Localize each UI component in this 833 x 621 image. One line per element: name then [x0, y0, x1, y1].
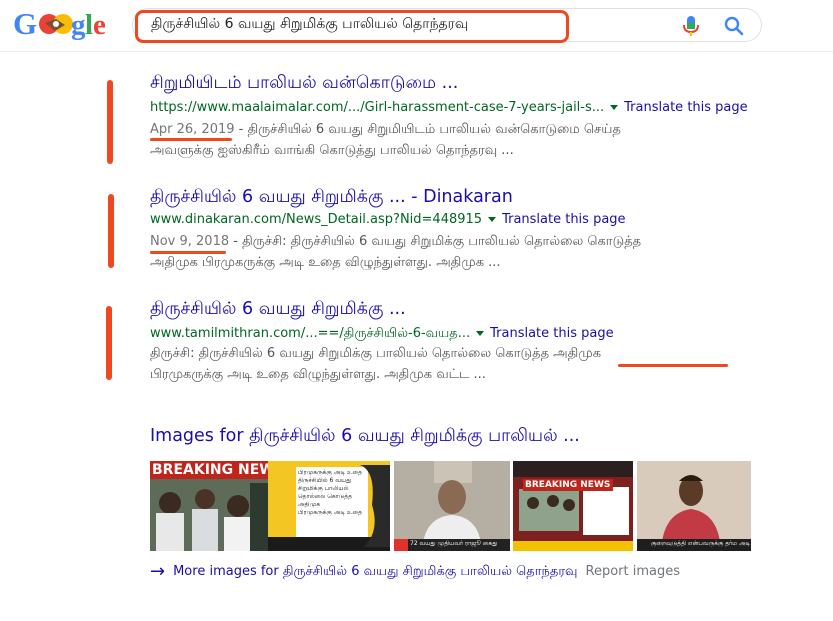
annotation-bar: [106, 306, 112, 380]
report-images-link[interactable]: Report images: [586, 564, 681, 579]
result-url[interactable]: www.dinakaran.com/News_Detail.asp?Nid=44…: [150, 212, 482, 227]
date-separator: -: [234, 122, 248, 137]
image-thumbnail[interactable]: 72 வயது முதியவர் ராஜூ கைது: [394, 461, 510, 551]
breaking-news-banner: BREAKING NEWS: [523, 479, 613, 491]
image-thumbnail[interactable]: பிரமுகருக்கு அடி உதை திருச்சியில் 6 வயது…: [268, 461, 390, 551]
date-separator: -: [229, 234, 243, 249]
result-title-link[interactable]: திருச்சியில் 6 வயது சிறுமிக்கு ... - Din…: [150, 186, 790, 208]
thumbnail-caption: குறைவுடுத்தி என்பவருக்கு தர்ம அடி: [651, 540, 751, 547]
result-url[interactable]: https://www.maalaimalar.com/.../Girl-har…: [150, 100, 604, 115]
result-date: Nov 9, 2018: [150, 234, 230, 249]
result-snippet-line2: அதிமுக பிரமுகருக்கு அடி உதை விழுந்துள்ளத…: [150, 255, 501, 270]
result-title-link[interactable]: திருச்சியில் 6 வயது சிறுமிக்கு ...: [150, 298, 790, 320]
microphone-icon[interactable]: [681, 15, 701, 37]
google-logo[interactable]: G g l e: [13, 7, 107, 41]
search-result: திருச்சியில் 6 வயது சிறுமிக்கு ... - Din…: [150, 186, 790, 273]
thumbnail-caption: 72 வயது முதியவர் ராஜூ கைது: [410, 540, 498, 547]
search-result: சிறுமியிடம் பாலியல் வன்கொடுமை ... https:…: [150, 72, 790, 161]
result-snippet-line1: திருச்சியில் 6 வயது சிறுமியிடம் பாலியல் …: [247, 122, 621, 137]
dropdown-arrow-icon[interactable]: [488, 217, 497, 222]
search-result: திருச்சியில் 6 வயது சிறுமிக்கு ... www.t…: [150, 298, 790, 385]
result-snippet-line2: பிரமுகருக்கு அடி உதை விழுந்துள்ளது. அதிம…: [150, 367, 486, 382]
image-thumbnail[interactable]: BREAKING NEWS: [150, 461, 268, 551]
translate-link[interactable]: Translate this page: [490, 326, 613, 341]
breaking-news-frame: [513, 461, 633, 551]
annotation-bar: [108, 194, 114, 268]
crowd-photo: [150, 479, 268, 551]
svg-text:l: l: [85, 9, 93, 41]
result-url[interactable]: www.tamilmithran.com/...==/திருச்சியில்-…: [150, 326, 470, 341]
result-title-link[interactable]: சிறுமியிடம் பாலியல் வன்கொடுமை ...: [150, 72, 790, 94]
image-thumbnail[interactable]: குறைவுடுத்தி என்பவருக்கு தர்ம அடி: [637, 461, 751, 551]
result-snippet-line2: அவளுக்கு ஐஸ்கிரீம் வாங்கி கொடுத்து பாலிய…: [150, 143, 514, 158]
card-text: பிரமுகருக்கு அடி உதை திருச்சியில் 6 வயது…: [298, 469, 363, 516]
svg-text:e: e: [93, 9, 106, 41]
svg-text:G: G: [13, 7, 37, 41]
image-thumbnail[interactable]: BREAKING NEWS: [513, 461, 633, 551]
snippet-underline: [618, 364, 728, 367]
portrait-photo: [394, 461, 510, 551]
translate-link[interactable]: Translate this page: [502, 212, 625, 227]
search-icon[interactable]: [723, 15, 745, 37]
more-images-link[interactable]: More images for திருச்சியில் 6 வயது சிறு…: [173, 564, 577, 579]
annotation-bar: [107, 80, 113, 164]
date-underline: [150, 138, 232, 141]
translate-link[interactable]: Translate this page: [624, 100, 747, 115]
more-images-row: → More images for திருச்சியில் 6 வயது சிற…: [150, 561, 680, 582]
dropdown-arrow-icon[interactable]: [476, 331, 485, 336]
result-snippet-line1: திருச்சி: திருச்சியில் 6 வயது சிறுமிக்கு…: [242, 234, 642, 249]
dropdown-arrow-icon[interactable]: [610, 105, 619, 110]
query-highlight-box: [135, 10, 569, 43]
svg-text:g: g: [71, 9, 86, 41]
images-heading-link[interactable]: Images for திருச்சியில் 6 வயது சிறுமிக்க…: [150, 426, 580, 448]
result-date: Apr 26, 2019: [150, 122, 235, 137]
arrow-right-icon[interactable]: →: [150, 561, 165, 582]
man-photo: [637, 461, 751, 551]
date-underline: [150, 251, 226, 254]
result-snippet-line1: திருச்சி: திருச்சியில் 6 வயது சிறுமிக்கு…: [150, 346, 602, 361]
